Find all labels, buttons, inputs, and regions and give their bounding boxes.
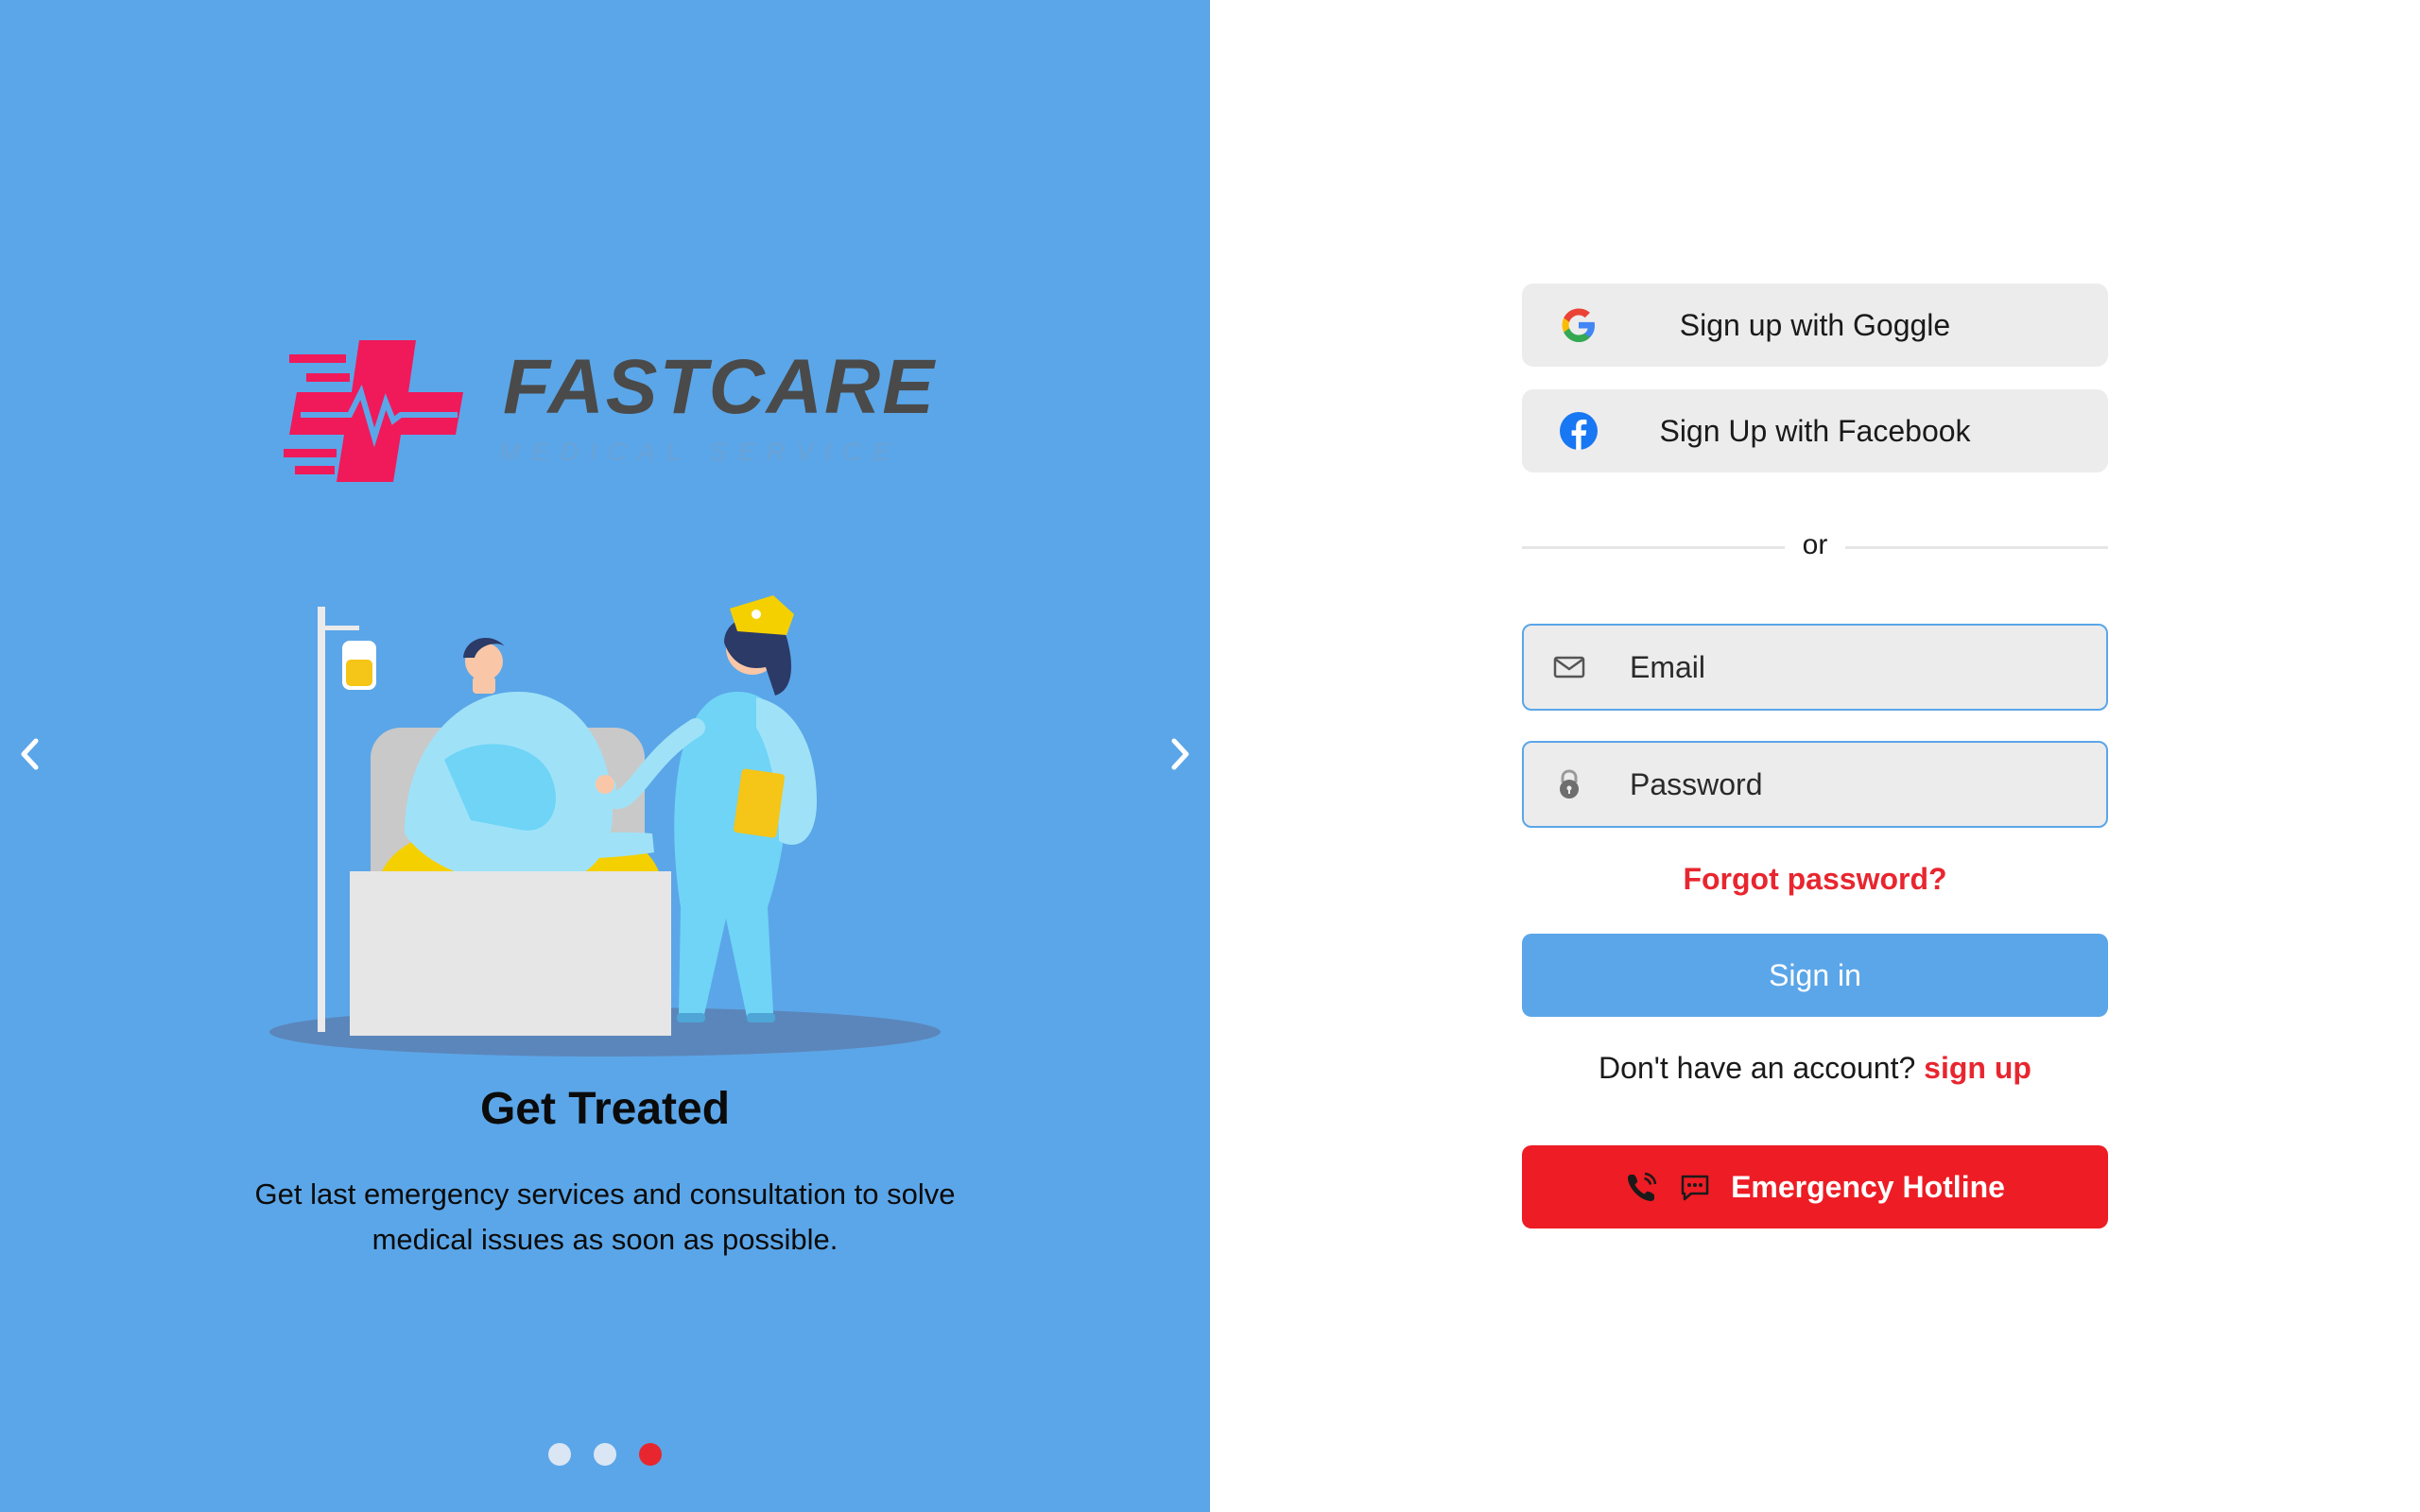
patient-nurse-illustration: [265, 586, 945, 1063]
brand-name: FASTCARE: [503, 344, 936, 430]
forgot-password-link[interactable]: Forgot password?: [1522, 862, 2108, 897]
divider-line-right: [1845, 546, 2108, 549]
google-signup-button[interactable]: Sign up with Goggle: [1522, 284, 2108, 367]
no-account-row: Don't have an account? sign up: [1522, 1051, 2108, 1086]
carousel-dot-3[interactable]: [639, 1443, 662, 1466]
carousel-prev-button[interactable]: [2, 726, 59, 782]
emergency-hotline-label: Emergency Hotline: [1731, 1169, 2005, 1204]
promo-panel: FASTCARE MEDICAL SERVICE Get Treated Get…: [0, 0, 1210, 1512]
password-field: [1522, 741, 2108, 828]
carousel-dot-1[interactable]: [548, 1443, 571, 1466]
facebook-icon: [1560, 412, 1598, 450]
emergency-hotline-button[interactable]: Emergency Hotline: [1522, 1145, 2108, 1228]
carousel-dots: [548, 1443, 662, 1466]
slide-description: Get last emergency services and consulta…: [254, 1177, 956, 1256]
divider-text: or: [1802, 529, 1828, 560]
mail-icon: [1553, 656, 1585, 679]
slide-title: Get Treated: [479, 1084, 731, 1134]
chevron-left-icon: [21, 738, 39, 770]
facebook-signup-label: Sign Up with Facebook: [1659, 413, 1971, 448]
or-divider: or: [1522, 525, 2108, 567]
brand-tagline: MEDICAL SERVICE: [499, 438, 902, 466]
password-input[interactable]: [1630, 743, 2083, 826]
no-account-text: Don't have an account?: [1599, 1051, 1916, 1085]
chat-icon: [1681, 1175, 1709, 1201]
email-field: [1522, 624, 2108, 711]
medical-cross-logo-icon: [284, 340, 463, 482]
sign-up-link[interactable]: sign up: [1924, 1051, 2031, 1085]
google-signup-label: Sign up with Goggle: [1679, 307, 1951, 342]
carousel-next-button[interactable]: [1151, 726, 1208, 782]
carousel-dot-2[interactable]: [594, 1443, 616, 1466]
phone-icon: [1628, 1172, 1657, 1201]
google-icon: [1562, 308, 1595, 342]
sign-in-button[interactable]: Sign in: [1522, 934, 2108, 1017]
lock-icon: [1560, 769, 1579, 799]
facebook-signup-button[interactable]: Sign Up with Facebook: [1522, 389, 2108, 472]
chevron-right-icon: [1171, 738, 1189, 770]
fastcare-logo: FASTCARE MEDICAL SERVICE: [284, 335, 934, 487]
email-input[interactable]: [1630, 626, 2083, 709]
